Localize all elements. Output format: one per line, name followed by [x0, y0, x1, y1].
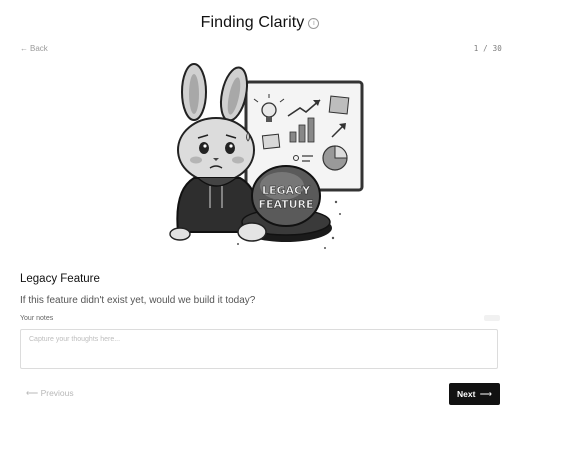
next-button[interactable]: Next ⟶ — [449, 383, 500, 405]
arrow-left-icon: ← — [20, 44, 28, 53]
arrow-right-icon: ⟶ — [477, 388, 492, 399]
arrow-left-icon: ⟵ — [26, 388, 41, 398]
notes-textarea[interactable] — [20, 329, 498, 369]
progress-counter: 1 / 30 — [473, 44, 502, 53]
back-label: Back — [30, 44, 48, 53]
notes-status-badge — [484, 315, 500, 321]
page-header: Finding Clarity i — [0, 14, 520, 32]
info-icon[interactable]: i — [308, 18, 320, 29]
card-title: Legacy Feature — [20, 273, 100, 285]
previous-button[interactable]: ⟵ Previous — [26, 388, 74, 399]
notes-label: Your notes — [20, 315, 54, 322]
button-label-line1: LEGACY — [262, 184, 311, 197]
back-link[interactable]: ← Back — [20, 44, 48, 53]
page-title: Finding Clarity — [200, 14, 305, 31]
previous-label: Previous — [40, 388, 74, 398]
prompt-question: If this feature didn't exist yet, would … — [20, 295, 256, 306]
button-label-line2: FEATURE — [258, 198, 313, 211]
legacy-feature-illustration: LEGACY FEATURE — [169, 63, 364, 249]
next-label: Next — [457, 388, 476, 399]
